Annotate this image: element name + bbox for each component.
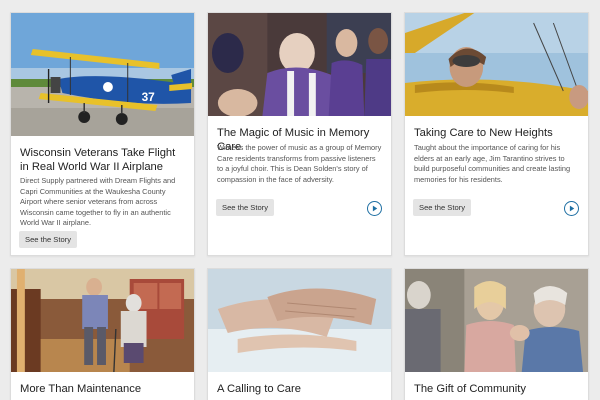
story-title[interactable]: A Calling to Care — [217, 382, 382, 396]
story-description: Taught about the importance of caring fo… — [414, 143, 571, 184]
hands-illustration — [208, 269, 391, 372]
story-image-pilot[interactable] — [405, 13, 588, 116]
story-image-hands[interactable] — [208, 269, 391, 372]
choir-illustration — [208, 13, 391, 116]
play-video-button[interactable] — [367, 201, 382, 216]
story-card[interactable]: More Than Maintenance — [10, 268, 195, 400]
see-story-button[interactable]: See the Story — [19, 231, 78, 248]
community-illustration — [405, 269, 588, 372]
story-description: Direct Supply partnered with Dream Fligh… — [20, 176, 176, 228]
story-image-community[interactable] — [405, 269, 588, 372]
story-card[interactable]: The Magic of Music in Memory Care Witnes… — [207, 12, 392, 256]
story-card[interactable]: A Calling to Care — [207, 268, 392, 400]
play-circle-icon — [569, 205, 575, 212]
story-image-biplane[interactable]: 37 — [11, 13, 194, 136]
story-card[interactable]: 37 Wisconsin Veterans Take Flight in Rea… — [10, 12, 195, 256]
story-image-choir[interactable] — [208, 13, 391, 116]
play-video-button[interactable] — [564, 201, 579, 216]
hallway-illustration — [11, 269, 194, 372]
see-story-button[interactable]: See the Story — [216, 199, 275, 216]
plane-number: 37 — [142, 90, 156, 104]
story-description: Witness the power of music as a group of… — [217, 143, 382, 184]
story-title[interactable]: The Gift of Community — [414, 382, 579, 396]
see-story-button[interactable]: See the Story — [413, 199, 472, 216]
play-circle-icon — [372, 205, 378, 212]
story-title[interactable]: Wisconsin Veterans Take Flight in Real W… — [20, 146, 185, 174]
story-card[interactable]: Taking Care to New Heights Taught about … — [404, 12, 589, 256]
biplane-illustration: 37 — [11, 13, 194, 136]
story-title[interactable]: Taking Care to New Heights — [414, 126, 579, 140]
story-image-hallway[interactable] — [11, 269, 194, 372]
pilot-illustration — [405, 13, 588, 116]
story-title[interactable]: More Than Maintenance — [20, 382, 185, 396]
story-card[interactable]: The Gift of Community — [404, 268, 589, 400]
